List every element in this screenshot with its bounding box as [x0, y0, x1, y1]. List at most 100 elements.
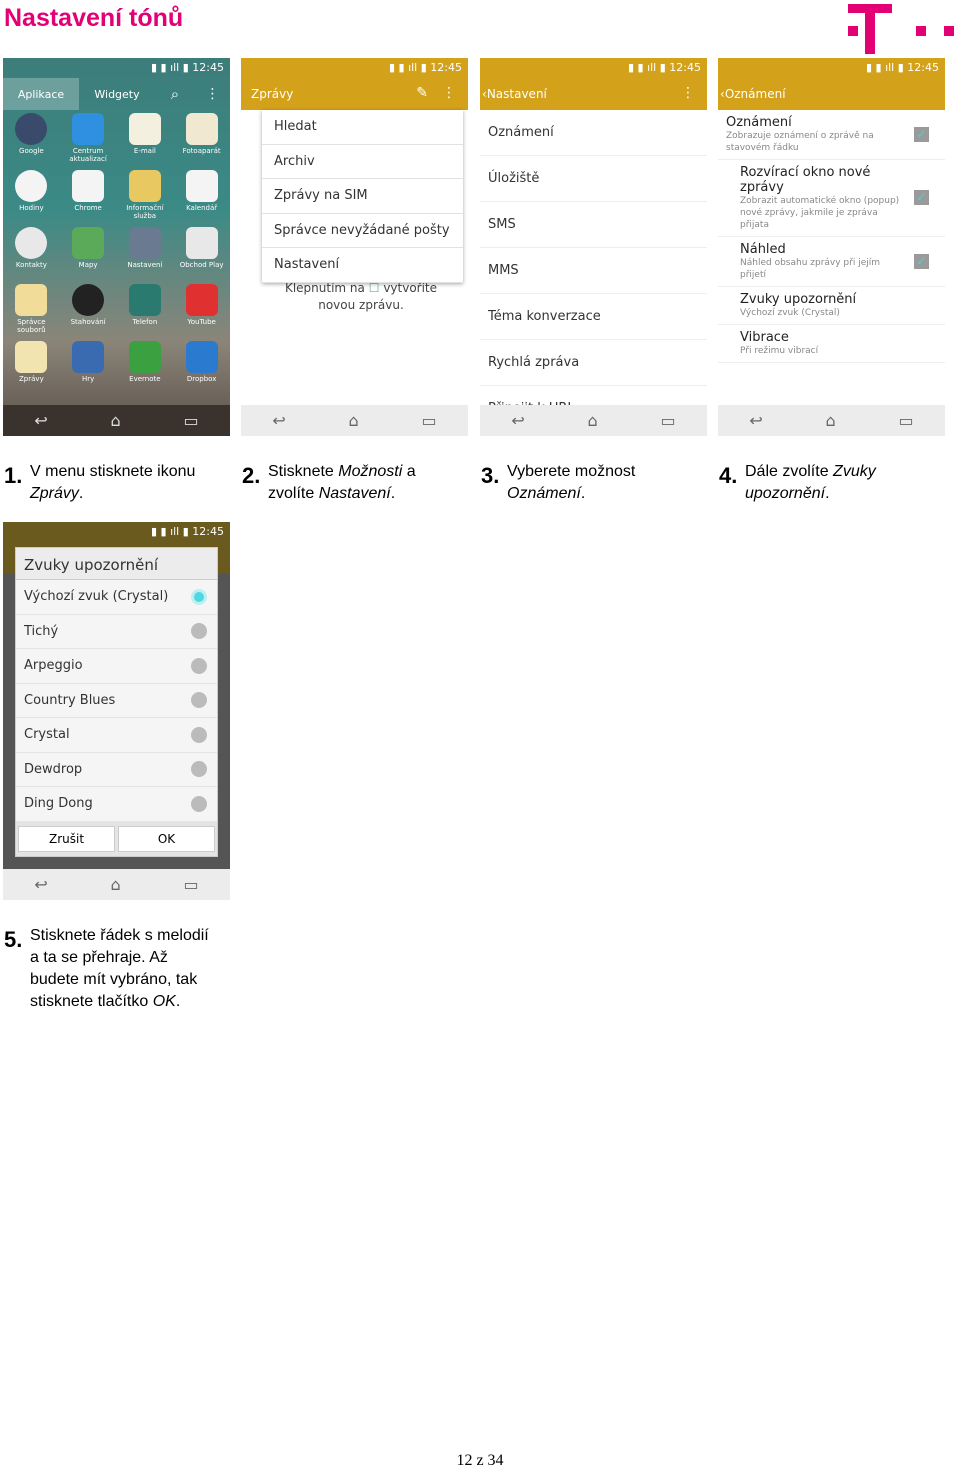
app-icon-item[interactable]: Dropbox — [173, 338, 230, 391]
ok-button[interactable]: OK — [118, 825, 215, 852]
menu-item[interactable]: Nastavení — [262, 248, 463, 283]
app-icon-item[interactable]: Mapy — [60, 224, 117, 277]
app-icon-item[interactable]: Kalendář — [173, 167, 230, 220]
app-icon-item[interactable]: Telefon — [117, 281, 174, 334]
home-icon[interactable]: ⌂ — [111, 875, 121, 894]
back-icon[interactable]: ↩ — [34, 875, 47, 894]
notification-setting[interactable]: Zvuky upozornění Výchozí zvuk (Crystal) — [718, 287, 945, 325]
telekom-logo — [848, 4, 954, 54]
back-icon[interactable]: ↩ — [34, 411, 47, 430]
recent-icon[interactable]: ▭ — [421, 411, 436, 430]
sound-option[interactable]: Výchozí zvuk (Crystal) — [16, 580, 217, 615]
app-icon-item[interactable]: YouTube — [173, 281, 230, 334]
app-icon-item[interactable]: E-mail — [117, 110, 174, 163]
app-icon-item[interactable]: Evernote — [117, 338, 174, 391]
menu-item[interactable]: Hledat — [262, 110, 463, 145]
app-icon-item[interactable]: Fotoaparát — [173, 110, 230, 163]
home-icon[interactable]: ⌂ — [826, 411, 836, 430]
app-label: E-mail — [133, 147, 156, 155]
notification-setting[interactable]: Oznámení Zobrazuje oznámení o zprávě na s… — [718, 110, 945, 160]
app-icon-item[interactable]: Obchod Play — [173, 224, 230, 277]
menu-item[interactable]: Správce nevyžádané pošty — [262, 214, 463, 248]
settings-item[interactable]: Téma konverzace — [480, 294, 707, 340]
app-label: Mapy — [78, 261, 98, 269]
radio-button[interactable] — [191, 761, 207, 778]
settings-item[interactable]: MMS — [480, 248, 707, 294]
app-icon — [185, 341, 218, 373]
tab-aplikace[interactable]: Aplikace — [3, 78, 79, 110]
checkbox[interactable]: ✓ — [914, 126, 929, 142]
compose-icon[interactable]: ✎ — [416, 85, 428, 101]
cancel-button[interactable]: Zrušit — [18, 825, 115, 852]
setting-title: Zvuky upozornění — [740, 292, 857, 307]
radio-button[interactable] — [191, 623, 207, 640]
app-label: Obchod Play — [179, 261, 224, 269]
more-icon[interactable]: ⋮ — [681, 85, 695, 101]
back-icon[interactable]: ↩ — [511, 411, 524, 430]
notification-setting[interactable]: Vibrace Při režimu vibrací — [718, 325, 945, 363]
recent-icon[interactable]: ▭ — [898, 411, 913, 430]
sound-option[interactable]: Country Blues — [16, 684, 217, 718]
app-icon-item[interactable]: Nastavení — [117, 224, 174, 277]
app-label: YouTube — [187, 318, 216, 326]
notification-setting[interactable]: Náhled Náhled obsahu zprávy při jejím při… — [718, 237, 945, 287]
settings-item[interactable]: Oznámení — [480, 110, 707, 156]
sound-option[interactable]: Ding Dong — [16, 787, 217, 822]
step-5: 5. Stisknete řádek s melodií a ta se přeh… — [4, 925, 219, 1013]
settings-list: Oznámení Úložiště SMS MMS Téma konverzace Ryc… — [480, 110, 707, 432]
step-number: 1. — [4, 463, 23, 488]
more-icon[interactable]: ⋮ — [195, 86, 230, 102]
header-title: Zprávy — [251, 87, 294, 101]
back-icon[interactable]: ↩ — [272, 411, 285, 430]
app-icon-item[interactable]: Hry — [60, 338, 117, 391]
back-icon[interactable]: ↩ — [749, 411, 762, 430]
recent-icon[interactable]: ▭ — [660, 411, 675, 430]
step-text: Vyberete možnost Oznámení. — [507, 461, 681, 505]
notification-setting[interactable]: Rozvírací okno nové zprávy Zobrazit autom… — [718, 160, 945, 237]
app-icon-item[interactable]: Zprávy — [3, 338, 60, 391]
home-icon[interactable]: ⌂ — [111, 411, 121, 430]
sound-option[interactable]: Tichý — [16, 615, 217, 649]
sound-name: Výchozí zvuk (Crystal) — [24, 589, 169, 605]
tab-widgety[interactable]: Widgety — [79, 88, 155, 101]
nav-bar: ↩ ⌂ ▭ — [241, 405, 468, 436]
app-icon-item[interactable]: Stahování — [60, 281, 117, 334]
radio-button[interactable] — [191, 588, 207, 605]
home-icon[interactable]: ⌂ — [349, 411, 359, 430]
more-icon[interactable]: ⋮ — [442, 85, 456, 101]
checkbox[interactable]: ✓ — [914, 190, 929, 205]
app-icon-item[interactable]: Hodiny — [3, 167, 60, 220]
sound-option[interactable]: Arpeggio — [16, 649, 217, 684]
recent-icon[interactable]: ▭ — [183, 875, 198, 894]
sound-option[interactable]: Dewdrop — [16, 753, 217, 787]
app-icon-item[interactable]: Google — [3, 110, 60, 163]
app-icon-item[interactable]: Informační služba — [117, 167, 174, 220]
app-icon — [15, 227, 48, 259]
home-icon[interactable]: ⌂ — [588, 411, 598, 430]
settings-item[interactable]: Úložiště — [480, 156, 707, 202]
radio-button[interactable] — [191, 692, 207, 709]
nav-bar: ↩ ⌂ ▭ — [3, 869, 230, 900]
sound-option[interactable]: Crystal — [16, 718, 217, 753]
settings-item[interactable]: SMS — [480, 202, 707, 248]
app-icon — [128, 170, 161, 202]
app-icon — [185, 284, 218, 316]
app-icon — [15, 170, 48, 202]
app-icon-item[interactable]: Centrum aktualizací — [60, 110, 117, 163]
step-text-part: V menu stisknete ikonu — [30, 463, 196, 480]
recent-icon[interactable]: ▭ — [183, 411, 198, 430]
settings-item[interactable]: Rychlá zpráva — [480, 340, 707, 386]
app-icon-item[interactable]: Kontakty — [3, 224, 60, 277]
radio-button[interactable] — [191, 795, 207, 812]
menu-item[interactable]: Archiv — [262, 145, 463, 179]
app-icon — [72, 170, 105, 202]
app-icon-item[interactable]: Chrome — [60, 167, 117, 220]
checkbox[interactable]: ✓ — [914, 253, 929, 269]
app-icon-item[interactable]: Správce souborů — [3, 281, 60, 334]
setting-subtitle: Zobrazuje oznámení o zprávě na stavovém … — [726, 131, 874, 153]
radio-button[interactable] — [191, 657, 207, 674]
radio-button[interactable] — [191, 726, 207, 743]
sound-name: Ding Dong — [24, 796, 93, 812]
search-icon[interactable]: ⌕ — [155, 85, 195, 103]
menu-item[interactable]: Zprávy na SIM — [262, 179, 463, 214]
